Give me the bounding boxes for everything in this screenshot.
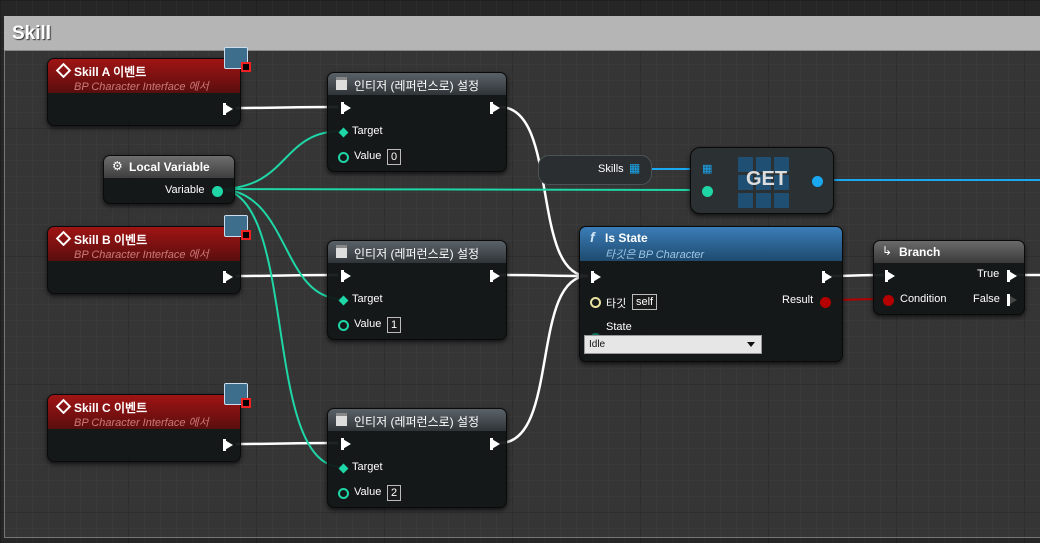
item-out-pin[interactable] (812, 176, 823, 187)
false-label: False (973, 293, 1000, 305)
gear-icon: ⚙ (112, 159, 123, 173)
value-label: Value (354, 318, 382, 330)
local-variable-node[interactable]: ⚙ Local Variable Variable (103, 155, 235, 204)
result-label: Result (782, 294, 814, 306)
variable-out-pin[interactable] (212, 186, 223, 197)
target-label: Target (352, 125, 383, 137)
int-wire-get-index (217, 188, 707, 191)
target-pin[interactable] (338, 127, 349, 138)
state-label: State (606, 321, 632, 333)
array-get-node[interactable]: GET ▦ (690, 147, 834, 214)
interface-badge-icon (224, 47, 251, 72)
branch-title: Branch (899, 245, 941, 259)
event-subtitle: BP Character Interface 에서 (74, 249, 209, 261)
target-self-pin[interactable] (590, 297, 601, 308)
condition-label: Condition (900, 293, 947, 305)
chevron-down-icon (747, 342, 755, 347)
exec-in-pin[interactable] (341, 438, 351, 450)
int-wire-target-a (217, 130, 343, 190)
state-dropdown[interactable]: Idle (584, 335, 762, 354)
exec-in-pin[interactable] (885, 270, 895, 282)
condition-in-pin[interactable] (883, 295, 894, 306)
true-label: True (977, 268, 1000, 280)
branch-header (874, 241, 1024, 263)
set-integer-node-1[interactable]: 인티저 (레퍼런스로) 설정 Target Value 1 (327, 240, 507, 340)
value-input[interactable]: 1 (387, 317, 402, 333)
value-pin[interactable] (338, 152, 349, 163)
set-integer-node-2[interactable]: 인티저 (레퍼런스로) 설정 Target Value 2 (327, 408, 507, 508)
exec-wire-set-c (499, 274, 589, 445)
target-label: Target (352, 293, 383, 305)
exec-in-pin[interactable] (341, 102, 351, 114)
exec-out-pin[interactable] (223, 271, 233, 283)
skills-variable-node[interactable]: Skills ▦ (538, 155, 652, 185)
function-title: Is State (605, 231, 648, 245)
array-in-pin-icon[interactable]: ▦ (702, 162, 712, 175)
interface-badge-icon (224, 383, 251, 408)
value-input[interactable]: 0 (387, 149, 402, 165)
exec-wire-a (235, 105, 339, 110)
value-pin[interactable] (338, 320, 349, 331)
event-node-skill-c[interactable]: Skill C 이벤트 BP Character Interface 에서 (47, 394, 241, 462)
exec-wire-set-a (499, 105, 589, 278)
exec-wire-b (235, 273, 339, 278)
exec-out-pin[interactable] (490, 438, 500, 450)
array-grid-icon: ▦ (629, 161, 641, 175)
exec-wire-c (235, 441, 339, 446)
value-input[interactable]: 2 (387, 485, 402, 501)
target-self-value: self (632, 294, 658, 310)
exec-in-pin[interactable] (591, 271, 601, 283)
value-pin[interactable] (338, 488, 349, 499)
event-subtitle: BP Character Interface 에서 (74, 417, 209, 429)
set-integer-node-0[interactable]: 인티저 (레퍼런스로) 설정 Target Value 0 (327, 72, 507, 172)
state-dropdown-value: Idle (589, 339, 606, 350)
skills-variable-label: Skills (598, 163, 624, 175)
set-node-title: 인티저 (레퍼런스로) 설정 (354, 247, 480, 261)
interface-badge-icon (224, 215, 251, 240)
false-exec-out-pin[interactable] (1007, 294, 1017, 306)
branch-node[interactable]: ↳ Branch True Condition False (873, 240, 1025, 315)
index-in-pin[interactable] (702, 186, 713, 197)
exec-out-pin[interactable] (822, 271, 832, 283)
exec-in-pin[interactable] (341, 270, 351, 282)
event-subtitle: BP Character Interface 에서 (74, 81, 209, 93)
exec-out-pin[interactable] (223, 439, 233, 451)
exec-out-pin[interactable] (490, 102, 500, 114)
exec-out-pin[interactable] (223, 103, 233, 115)
setter-icon (336, 77, 347, 90)
target-label: 타깃 (606, 298, 627, 310)
value-label: Value (354, 486, 382, 498)
set-node-title: 인티저 (레퍼런스로) 설정 (354, 415, 480, 429)
local-variable-title: Local Variable (129, 160, 210, 174)
result-out-pin[interactable] (820, 297, 831, 308)
event-node-skill-b[interactable]: Skill B 이벤트 BP Character Interface 에서 (47, 226, 241, 294)
event-node-skill-a[interactable]: Skill A 이벤트 BP Character Interface 에서 (47, 58, 241, 126)
set-node-title: 인티저 (레퍼런스로) 설정 (354, 79, 480, 93)
true-exec-out-pin[interactable] (1007, 270, 1017, 282)
setter-icon (336, 245, 347, 258)
get-node-label: GET (746, 168, 788, 190)
function-subtitle: 타깃은 BP Character (605, 249, 705, 261)
exec-out-pin[interactable] (490, 270, 500, 282)
target-label: Target (352, 461, 383, 473)
exec-wire-set-b (499, 273, 589, 278)
is-state-function-node[interactable]: f Is State 타깃은 BP Character 타깃 self Resu… (579, 226, 843, 362)
target-pin[interactable] (338, 295, 349, 306)
function-icon: f (590, 229, 595, 245)
setter-icon (336, 413, 347, 426)
value-label: Value (354, 150, 382, 162)
branch-icon: ↳ (882, 244, 893, 258)
variable-pin-label: Variable (165, 184, 205, 196)
target-pin[interactable] (338, 463, 349, 474)
